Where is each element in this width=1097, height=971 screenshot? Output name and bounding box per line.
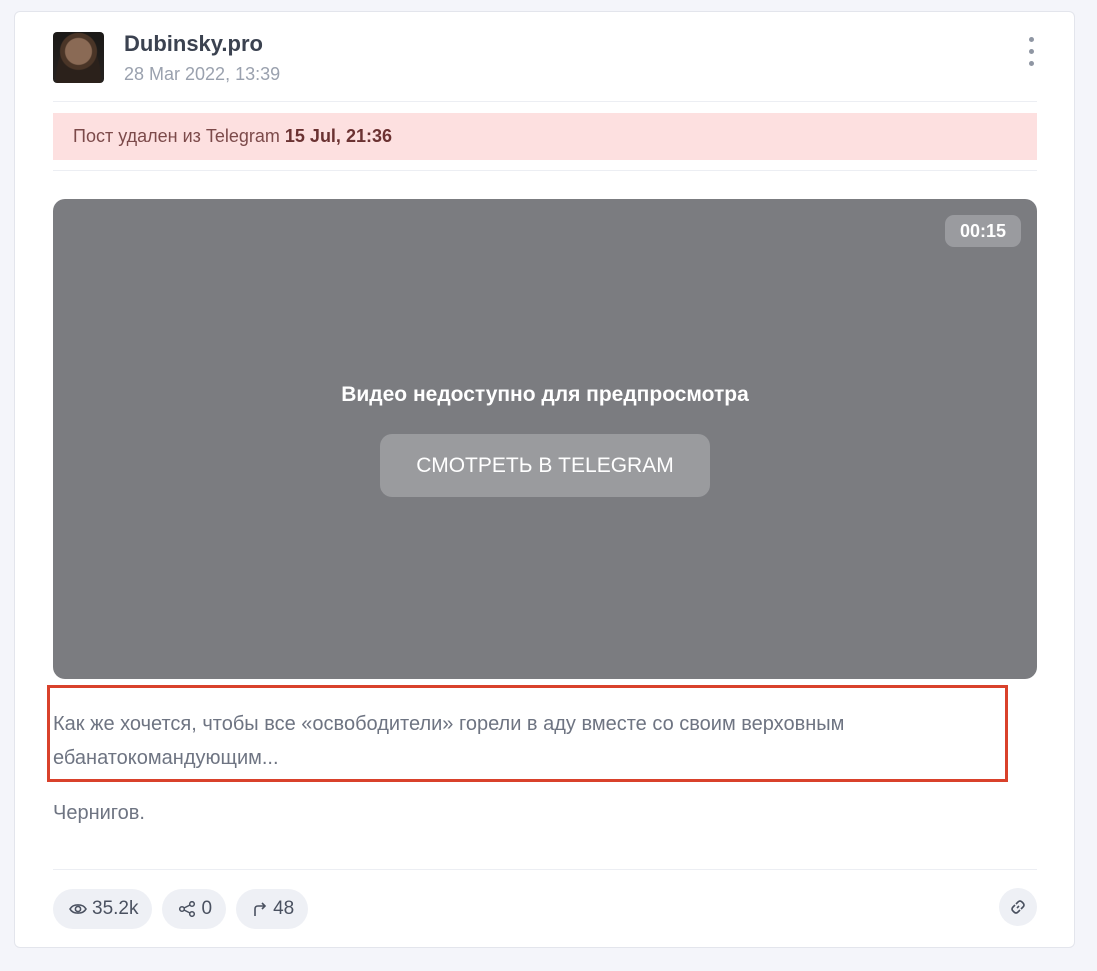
channel-name[interactable]: Dubinsky.pro [124,31,263,57]
views-counter[interactable]: 35.2k [53,889,153,929]
banner-divider [53,170,1037,171]
forwards-count: 48 [273,898,295,919]
footer-divider [53,869,1037,870]
video-unavailable-text: Видео недоступно для предпросмотра [341,383,749,406]
share-icon [179,901,196,917]
post-date: 28 Mar 2022, 13:39 [124,64,281,84]
video-placeholder: 00:15 Видео недоступно для предпросмотра… [53,199,1037,679]
copy-link-button[interactable] [999,888,1037,926]
deleted-notice-banner: Пост удален из Telegram 15 Jul, 21:36 [53,113,1037,160]
more-options-button[interactable] [1019,35,1045,71]
header-divider [53,101,1037,102]
post-text-location: Чернигов. [53,802,145,824]
watch-in-telegram-button[interactable]: СМОТРЕТЬ В TELEGRAM [380,434,710,497]
forward-arrow-icon [254,902,267,916]
deleted-notice-text: Пост удален из Telegram [73,126,285,146]
views-count: 35.2k [92,898,139,919]
link-icon [1011,900,1025,914]
video-duration-badge: 00:15 [945,215,1021,247]
forwards-counter[interactable]: 48 [236,889,309,929]
shares-count: 0 [201,898,213,919]
post-card-inner: Dubinsky.pro 28 Mar 2022, 13:39 Пост уда… [47,12,1037,947]
highlight-annotation-box [47,685,1008,782]
eye-icon [69,904,87,914]
post-header: Dubinsky.pro 28 Mar 2022, 13:39 [53,31,1037,84]
channel-avatar[interactable] [53,32,104,83]
post-card: Dubinsky.pro 28 Mar 2022, 13:39 Пост уда… [14,11,1075,948]
shares-counter[interactable]: 0 [162,889,227,929]
post-stats: 35.2k 0 48 [53,889,309,929]
deleted-notice-datetime: 15 Jul, 21:36 [284,126,392,146]
vertical-dots-icon [1029,37,1034,42]
